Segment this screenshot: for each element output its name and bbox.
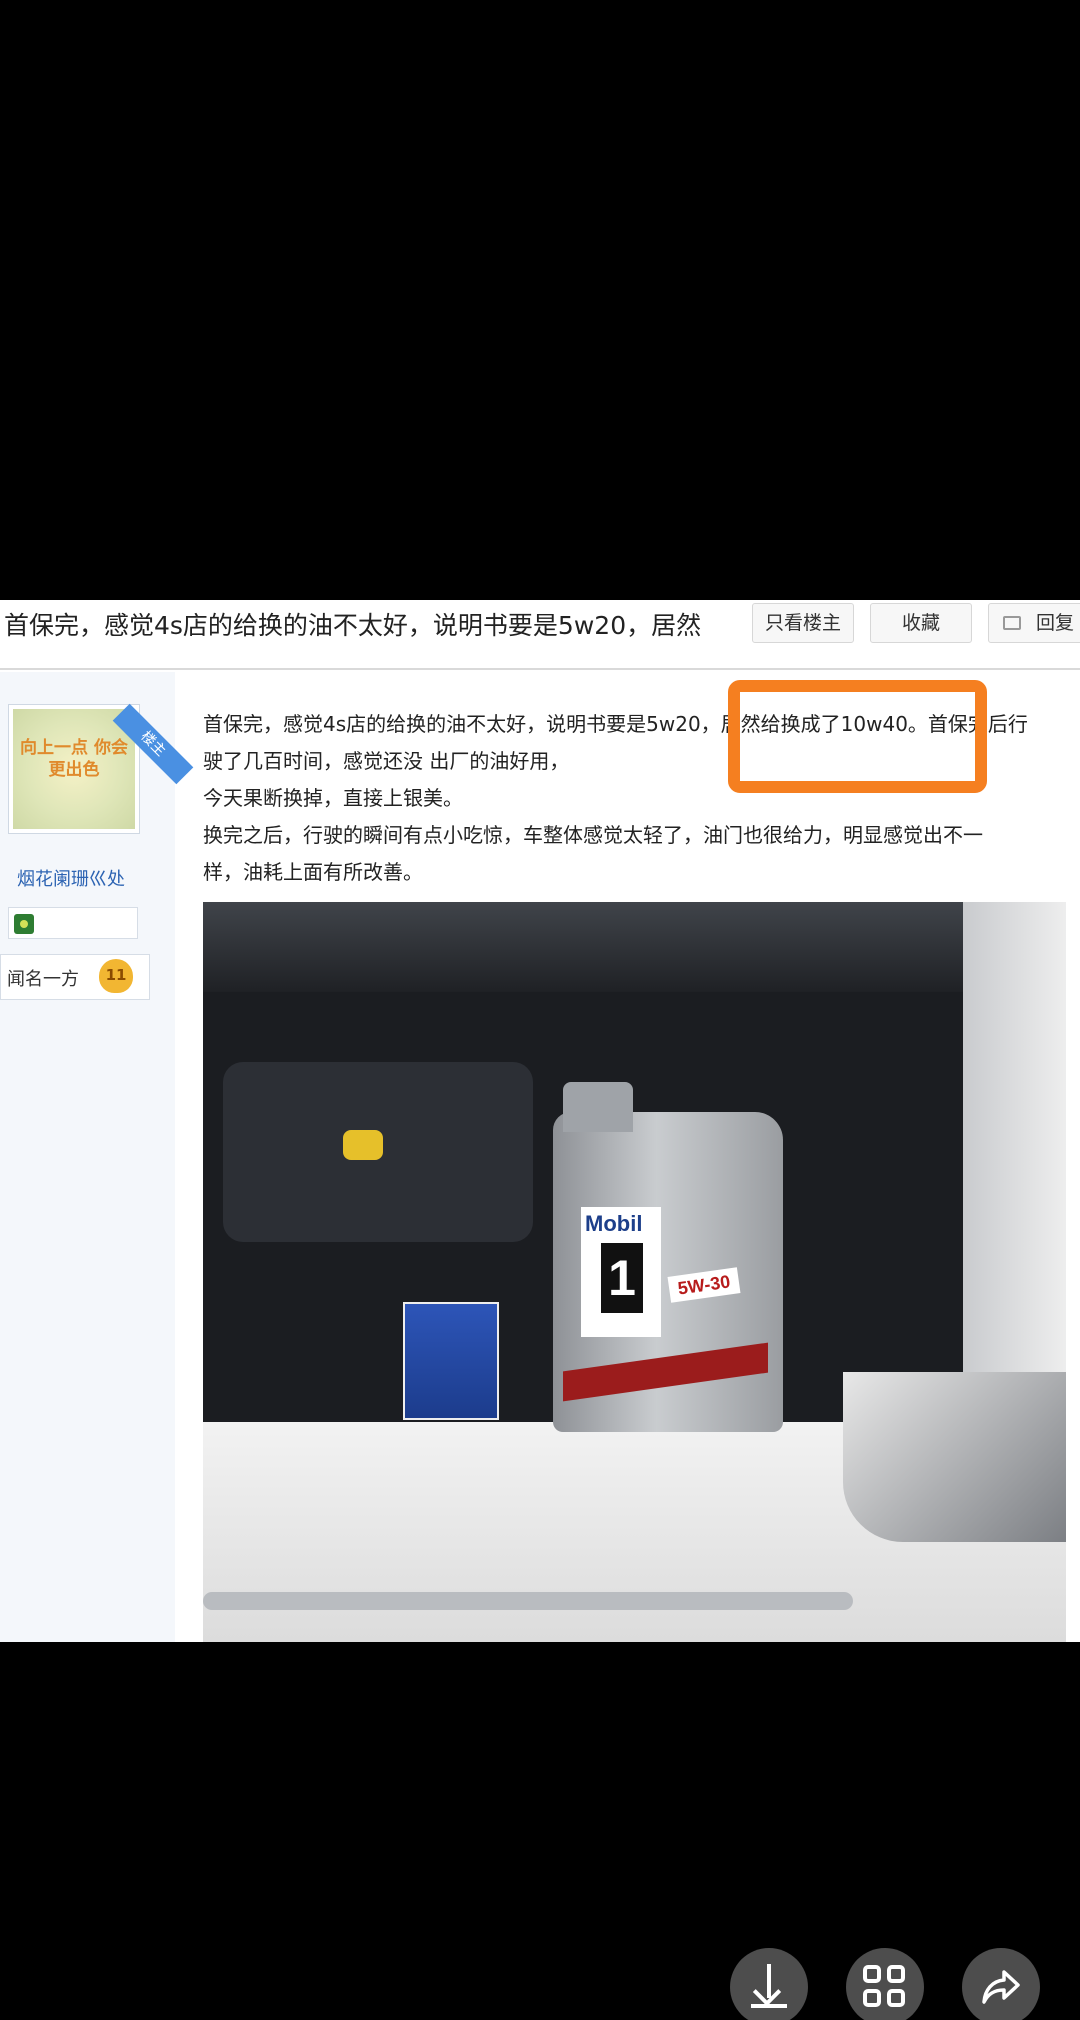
thread-header: 首保完，感觉4s店的给换的油不太好，说明书要是5w20，居然 只看楼主 收藏 回… bbox=[0, 600, 1080, 670]
rank-box: 闻名一方 11 bbox=[0, 954, 150, 1000]
reply-button[interactable]: 回复 bbox=[988, 603, 1080, 643]
oil-cap bbox=[343, 1130, 383, 1160]
bottle-cap bbox=[563, 1082, 633, 1132]
avatar-image: 向上一点 你会更出色 bbox=[13, 709, 135, 829]
owner-only-button[interactable]: 只看楼主 bbox=[752, 603, 854, 643]
reply-icon bbox=[1003, 616, 1021, 630]
rank-label: 闻名一方 bbox=[7, 969, 79, 990]
oil-grade: 5W-30 bbox=[667, 1267, 741, 1303]
brand-text: Mobil bbox=[585, 1211, 643, 1236]
forum-post-screenshot: 首保完，感觉4s店的给换的油不太好，说明书要是5w20，居然 只看楼主 收藏 回… bbox=[0, 600, 1080, 1642]
thread-title: 首保完，感觉4s店的给换的油不太好，说明书要是5w20，居然 bbox=[4, 611, 702, 640]
highlight-annotation bbox=[728, 680, 987, 793]
oil-bottle: Mobil 1 5W-30 bbox=[553, 1082, 783, 1432]
favorite-button[interactable]: 收藏 bbox=[870, 603, 972, 643]
mobil-label: Mobil 1 bbox=[581, 1207, 661, 1337]
grid-button[interactable] bbox=[846, 1948, 924, 2020]
fender bbox=[963, 902, 1066, 1422]
rank-heart-icon: 11 bbox=[99, 959, 133, 993]
headlight bbox=[843, 1372, 1066, 1542]
red-band bbox=[563, 1342, 768, 1402]
reply-button-label: 回复 bbox=[1035, 612, 1074, 634]
post-line: 样，油耗上面有所改善。 bbox=[203, 860, 423, 884]
share-button[interactable] bbox=[962, 1948, 1040, 2020]
post-line: 换完之后，行驶的瞬间有点小吃惊，车整体感觉太轻了，油门也很给力，明显感觉出不一 bbox=[203, 823, 983, 847]
share-icon bbox=[982, 1970, 1020, 2004]
author-column: 向上一点 你会更出色 楼主 烟花阑珊巛处 闻名一方 11 bbox=[0, 672, 194, 1642]
level-box bbox=[8, 907, 138, 939]
level-icon bbox=[14, 914, 34, 934]
download-button[interactable] bbox=[730, 1948, 808, 2020]
oil-filter-box bbox=[403, 1302, 499, 1420]
username-link[interactable]: 烟花阑珊巛处 bbox=[17, 865, 125, 891]
brand-number: 1 bbox=[601, 1243, 643, 1313]
hood-underside bbox=[203, 902, 1066, 992]
grille-strip bbox=[203, 1592, 853, 1610]
post-photo[interactable]: Mobil 1 5W-30 bbox=[203, 902, 1066, 1642]
